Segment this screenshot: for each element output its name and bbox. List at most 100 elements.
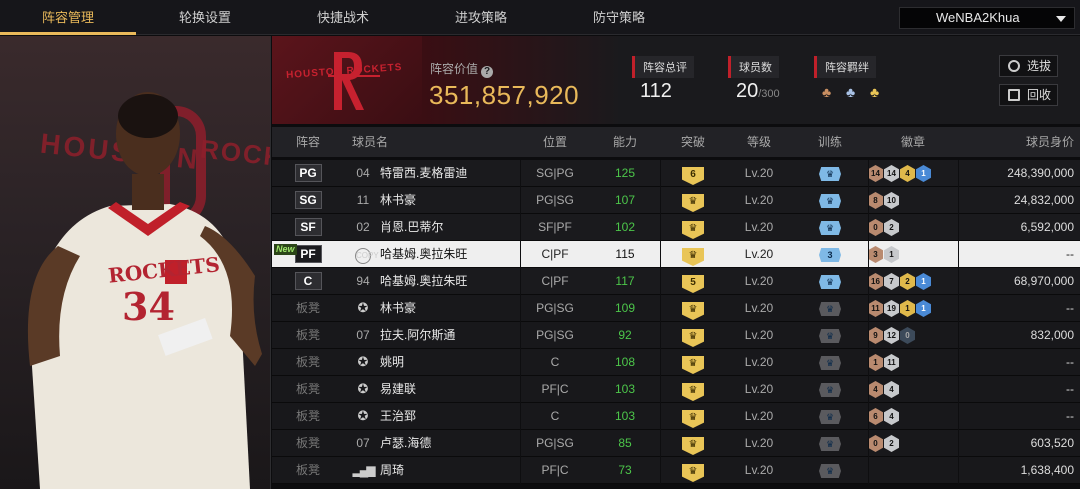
player-name[interactable]: 周琦	[380, 457, 520, 483]
table-row[interactable]: PF New COPY 哈基姆.奥拉朱旺 C|PF 115 ♛ Lv.20 3 3 1 --	[272, 241, 1080, 268]
badge-list[interactable]: 8 10	[868, 192, 899, 209]
col-training[interactable]: 训练	[792, 127, 868, 157]
table-row[interactable]: 板凳 ✪ 易建联 PF|C 103 ♛ Lv.20 ♛ 4 4 --	[272, 376, 1080, 403]
breach-crown-icon: ♛	[682, 410, 704, 428]
column-divider	[958, 403, 959, 430]
col-player-value[interactable]: 球员身价	[958, 127, 1074, 157]
bond-gold-icon[interactable]: ♣	[870, 84, 888, 100]
player-value: 832,000	[1030, 328, 1074, 342]
player-name[interactable]: 拉夫.阿尔斯通	[380, 322, 520, 348]
player-name[interactable]: 哈基姆.奥拉朱旺	[380, 268, 520, 294]
player-name[interactable]: 林书豪	[380, 187, 520, 213]
training-cell[interactable]: ♛	[792, 214, 868, 240]
badge-list[interactable]: 11 19 1 1	[868, 300, 931, 317]
player-name[interactable]: 林书豪	[380, 295, 520, 321]
recycle-button[interactable]: 回收	[999, 84, 1058, 106]
slot-cell[interactable]: SF	[272, 214, 344, 240]
tab-rotation[interactable]: 轮换设置	[136, 0, 274, 35]
col-player-name[interactable]: 球员名	[352, 127, 412, 157]
table-row[interactable]: 板凳 07 卢瑟.海德 PG|SG 85 ♛ Lv.20 ♛ 0 2 603,520	[272, 430, 1080, 457]
breach-cell[interactable]: ♛	[660, 403, 726, 429]
badge-list[interactable]: 44	[868, 381, 899, 398]
training-cell[interactable]: ♛	[792, 430, 868, 456]
breach-cell[interactable]: ♛	[660, 187, 726, 213]
table-row[interactable]: 板凳 ▂▄▆ 周琦 PF|C 73 ♛ Lv.20 ♛ 1,638,400	[272, 457, 1080, 484]
training-cell[interactable]: ♛	[792, 295, 868, 321]
col-position[interactable]: 位置	[520, 127, 590, 157]
player-name[interactable]: 哈基姆.奥拉朱旺	[380, 241, 520, 267]
column-divider	[958, 187, 959, 214]
player-name[interactable]: 易建联	[380, 376, 520, 402]
breach-cell[interactable]: ♛	[660, 349, 726, 375]
col-ability[interactable]: 能力	[590, 127, 660, 157]
badge-list[interactable]: 1 11	[868, 354, 899, 371]
badge-list[interactable]: 14 14 4 1	[868, 165, 931, 182]
col-level[interactable]: 等级	[726, 127, 792, 157]
badge-list[interactable]: 02	[868, 435, 899, 452]
jersey-number: 94	[356, 274, 370, 288]
col-slot[interactable]: 阵容	[272, 127, 344, 157]
jersey-number: 04	[356, 166, 370, 180]
breach-cell[interactable]: ♛	[660, 295, 726, 321]
breach-cell[interactable]: 5	[660, 268, 726, 294]
slot-cell[interactable]: PG	[272, 160, 344, 186]
tab-offense[interactable]: 进攻策略	[412, 0, 550, 35]
table-row[interactable]: SF 02 肖恩.巴蒂尔 SF|PF 102 ♛ Lv.20 ♛ 0 2 6,592,000	[272, 214, 1080, 241]
slot-cell[interactable]: C	[272, 268, 344, 294]
tab-lineup[interactable]: 阵容管理	[0, 0, 136, 35]
training-cell[interactable]: ♛	[792, 457, 868, 483]
bond-bronze-icon[interactable]: ♣	[822, 84, 840, 100]
training-cell[interactable]: ♛	[792, 349, 868, 375]
table-row[interactable]: 板凳 ✪ 王治郅 C 103 ♛ Lv.20 ♛ 6 4 --	[272, 403, 1080, 430]
breach-cell[interactable]: ♛	[660, 214, 726, 240]
table-row[interactable]: 板凳 07 拉夫.阿尔斯通 PG|SG 92 ♛ Lv.20 ♛ 9 12 0 832,000	[272, 322, 1080, 349]
help-icon[interactable]: ?	[481, 66, 494, 78]
slot-cell[interactable]: SG	[272, 187, 344, 213]
training-cell[interactable]: ♛	[792, 160, 868, 186]
badge-list[interactable]: 9 12 0	[868, 327, 915, 344]
table-row[interactable]: SG 11 林书豪 PG|SG 107 ♛ Lv.20 ♛ 8 10 24,832,000	[272, 187, 1080, 214]
player-name[interactable]: 卢瑟.海德	[380, 430, 520, 456]
player-position: PG|SG	[536, 328, 574, 342]
scout-button[interactable]: 选拔	[999, 55, 1058, 77]
col-breach[interactable]: 突破	[660, 127, 726, 157]
player-name[interactable]: 姚明	[380, 349, 520, 375]
badge-list[interactable]: 16 7 2 1	[868, 273, 931, 290]
badge-list[interactable]: 64	[868, 408, 899, 425]
bond-silver-icon[interactable]: ♣	[846, 84, 864, 100]
column-divider	[958, 349, 959, 376]
training-cell[interactable]: 3	[792, 241, 868, 267]
breach-cell[interactable]: ♛	[660, 322, 726, 348]
table-row[interactable]: 板凳 ✪ 林书豪 PG|SG 109 ♛ Lv.20 ♛ 11 19 1 1 --	[272, 295, 1080, 322]
table-row[interactable]: C 94 哈基姆.奥拉朱旺 C|PF 117 5 Lv.20 ♛ 16 7 2 1 68,970,000	[272, 268, 1080, 295]
position-slot-badge: SF	[294, 218, 322, 236]
table-row[interactable]: 板凳 ✪ 姚明 C 108 ♛ Lv.20 ♛ 1 11 --	[272, 349, 1080, 376]
training-cell[interactable]: ♛	[792, 376, 868, 402]
tab-quick-tactics[interactable]: 快捷战术	[274, 0, 412, 35]
tab-defense[interactable]: 防守策略	[550, 0, 688, 35]
slot-label: 板凳	[295, 382, 320, 396]
player-name[interactable]: 特雷西.麦格雷迪	[380, 160, 520, 186]
breach-crown-icon: ♛	[682, 248, 704, 266]
badge-list[interactable]: 02	[868, 219, 899, 236]
breach-cell[interactable]: ♛	[660, 241, 726, 267]
training-icon: ♛	[819, 410, 841, 424]
training-cell[interactable]: ♛	[792, 187, 868, 213]
breach-cell[interactable]: ♛	[660, 457, 726, 483]
table-row[interactable]: PG 04 特雷西.麦格雷迪 SG|PG 125 6 Lv.20 ♛ 14 14 4 1 248,390…	[272, 160, 1080, 187]
breach-cell[interactable]: 6	[660, 160, 726, 186]
training-icon: ♛	[819, 356, 841, 370]
breach-cell[interactable]: ♛	[660, 376, 726, 402]
badge-list[interactable]: 31	[868, 246, 899, 263]
training-cell[interactable]: ♛	[792, 403, 868, 429]
jersey-number: 07	[356, 436, 370, 450]
player-name[interactable]: 王治郅	[380, 403, 520, 429]
col-badges[interactable]: 徽章	[868, 127, 958, 157]
training-cell[interactable]: ♛	[792, 322, 868, 348]
badge-icon: 0	[868, 219, 883, 236]
breach-cell[interactable]: ♛	[660, 430, 726, 456]
player-name[interactable]: 肖恩.巴蒂尔	[380, 214, 520, 240]
account-dropdown[interactable]: WeNBA2Khua	[899, 7, 1075, 29]
training-cell[interactable]: ♛	[792, 268, 868, 294]
player-level: Lv.20	[744, 328, 774, 342]
